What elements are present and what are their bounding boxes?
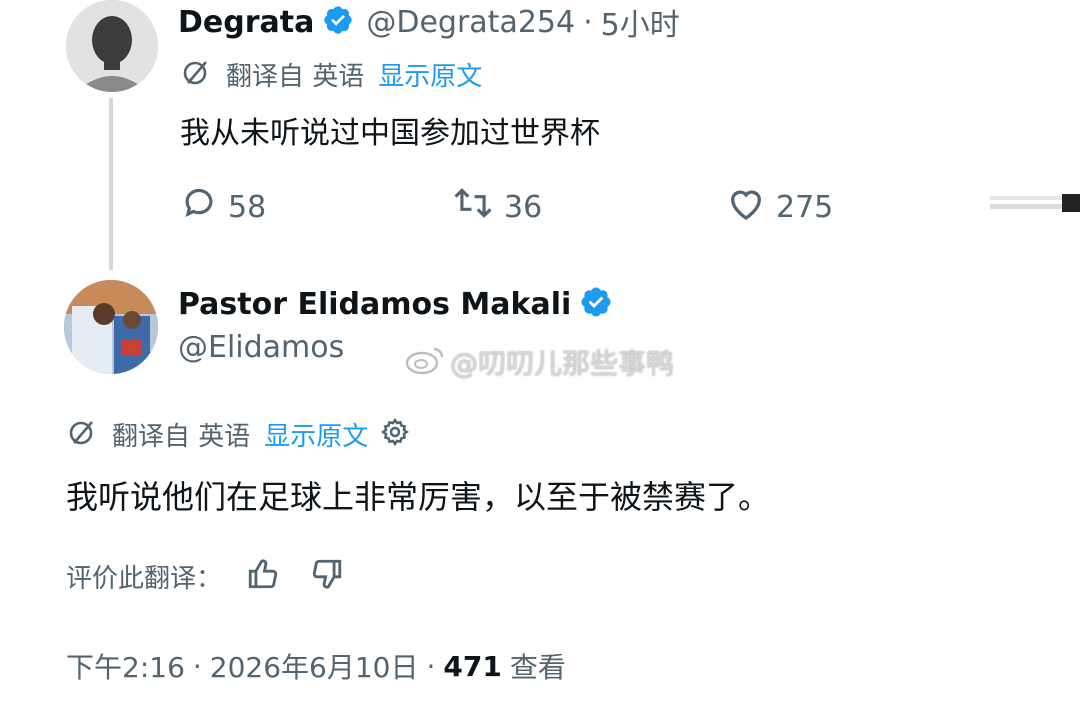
verified-badge-icon <box>322 4 354 40</box>
reply-icon <box>180 184 228 230</box>
repost-icon <box>452 184 504 230</box>
translated-from-label: 翻译自 英语 <box>226 61 365 92</box>
translate-icon <box>66 416 98 452</box>
translated-from-label: 翻译自 英语 <box>112 421 251 452</box>
tweet1-header: Degrata @Degrata254 · 5小时 <box>178 0 680 44</box>
separator-dot: · <box>583 4 593 40</box>
separator-dot: · <box>192 649 202 683</box>
show-original-link[interactable]: 显示原文 <box>264 416 368 453</box>
like-count: 275 <box>776 189 834 225</box>
avatar-degrata[interactable] <box>66 0 158 92</box>
tweet2-header: Pastor Elidamos Makali <box>178 282 613 326</box>
display-name[interactable]: Pastor Elidamos Makali <box>178 287 571 322</box>
weibo-icon <box>404 343 446 382</box>
show-original-link[interactable]: 显示原文 <box>378 56 482 93</box>
separator-dot: · <box>426 649 436 683</box>
post-date[interactable]: 2026年6月10日 <box>210 646 419 686</box>
like-icon <box>726 184 776 230</box>
reply-count: 58 <box>228 189 267 225</box>
repost-button[interactable]: 36 <box>452 184 542 230</box>
settings-gear-icon[interactable] <box>380 417 410 451</box>
avatar-elidamos[interactable] <box>64 280 158 374</box>
thumbs-up-icon[interactable] <box>246 557 280 595</box>
scrollbar-handle[interactable] <box>990 190 1080 218</box>
repost-count: 36 <box>504 189 543 225</box>
reply-button[interactable]: 58 <box>180 184 266 230</box>
display-name[interactable]: Degrata <box>178 5 314 40</box>
translate-notice: 翻译自 英语 显示原文 <box>66 416 410 452</box>
rate-translation-label: 评价此翻译： <box>66 563 223 594</box>
view-count: 471 <box>443 649 502 683</box>
tweet-meta: 下午2:16 · 2026年6月10日 · 471 查看 <box>66 646 566 686</box>
tweet-text: 我听说他们在足球上非常厉害，以至于被禁赛了。 <box>66 478 771 516</box>
thread-connector-line <box>109 98 113 270</box>
watermark-text: @叨叨儿那些事鸭 <box>450 347 675 380</box>
watermark: @叨叨儿那些事鸭 <box>404 342 674 382</box>
translate-notice: 翻译自 英语 显示原文 <box>180 56 482 92</box>
handle[interactable]: @Degrata254 <box>366 5 575 40</box>
tweet-text: 我从未听说过中国参加过世界杯 <box>180 116 600 151</box>
like-button[interactable]: 275 <box>726 184 833 230</box>
timestamp[interactable]: 5小时 <box>601 0 680 44</box>
post-time[interactable]: 下午2:16 <box>66 646 185 686</box>
handle[interactable]: @Elidamos <box>178 330 344 365</box>
translate-icon <box>180 56 212 92</box>
verified-badge-icon <box>579 285 613 323</box>
views-label: 查看 <box>509 651 566 684</box>
thumbs-down-icon[interactable] <box>310 557 344 595</box>
rate-translation-row: 评价此翻译： <box>66 556 344 596</box>
